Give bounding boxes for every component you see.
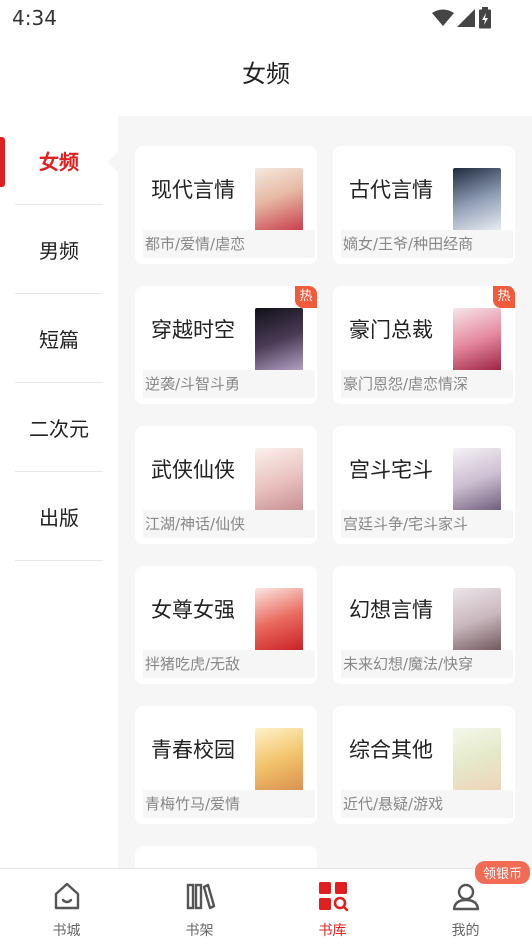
book-cover-image (255, 168, 303, 232)
profile-icon (452, 883, 479, 911)
category-title: 豪门总裁 (349, 318, 433, 342)
sidebar-item-female[interactable]: 女频 (0, 116, 118, 205)
sidebar-item-male[interactable]: 男频 (0, 205, 118, 294)
tab-label: 书库 (318, 923, 347, 939)
signal-icon (457, 9, 475, 27)
category-tags: 未来幻想/魔法/快穿 (341, 650, 513, 678)
active-notch (108, 152, 118, 172)
bookshelf-icon (186, 883, 215, 910)
page-title: 女频 (242, 60, 290, 88)
status-icons (432, 7, 492, 29)
status-bar: 4:34 (0, 0, 532, 36)
category-card[interactable]: 穿越时空 逆袭/斗智斗勇 热 (135, 286, 317, 404)
tab-profile[interactable]: 领银币 我的 (399, 861, 532, 946)
wifi-icon (432, 9, 454, 26)
category-tags: 都市/爱情/虐恋 (143, 230, 315, 258)
category-card[interactable]: 现代言情 都市/爱情/虐恋 (135, 146, 317, 264)
category-title: 武侠仙侠 (151, 458, 235, 482)
category-card[interactable]: 武侠仙侠 江湖/神话/仙侠 (135, 426, 317, 544)
category-title: 穿越时空 (151, 318, 235, 342)
status-time: 4:34 (12, 6, 57, 30)
battery-icon (479, 7, 491, 29)
tab-label: 书架 (185, 923, 214, 939)
category-tags: 近代/悬疑/游戏 (341, 790, 513, 818)
tab-bookshelf[interactable]: 书架 (133, 869, 266, 946)
sidebar-item-acg[interactable]: 二次元 (0, 383, 118, 472)
category-card[interactable]: 宫斗宅斗 宫廷斗争/宅斗家斗 (333, 426, 515, 544)
category-title: 综合其他 (349, 738, 433, 762)
reward-badge[interactable]: 领银币 (475, 861, 531, 884)
category-card[interactable]: 幻想言情 未来幻想/魔法/快穿 (333, 566, 515, 684)
book-cover-image (453, 308, 501, 372)
home-icon (54, 882, 79, 910)
sidebar-item-label: 短篇 (39, 328, 79, 352)
sidebar-item-label: 二次元 (29, 417, 89, 441)
hot-badge: 热 (493, 286, 515, 308)
category-card[interactable]: 女尊女强 拌猪吃虎/无敌 (135, 566, 317, 684)
category-tags: 豪门恩怨/虐恋情深 (341, 370, 513, 398)
tab-label: 书城 (52, 923, 81, 939)
category-tags: 江湖/神话/仙侠 (143, 510, 315, 538)
category-card[interactable]: 青春校园 青梅竹马/爱情 (135, 706, 317, 824)
book-cover-image (255, 308, 303, 372)
category-tags: 青梅竹马/爱情 (143, 790, 315, 818)
tab-bookstore[interactable]: 书城 (0, 869, 133, 946)
bottom-nav: 书城 书架 书库 领银币 我的 (0, 861, 532, 946)
book-cover-image (255, 448, 303, 512)
category-grid: 现代言情 都市/爱情/虐恋 古代言情 嫡女/王爷/种田经商 穿越时空 逆袭/斗智… (118, 116, 532, 868)
sidebar-item-label: 男频 (39, 239, 79, 263)
category-tags: 嫡女/王爷/种田经商 (341, 230, 513, 258)
category-tags: 逆袭/斗智斗勇 (143, 370, 315, 398)
category-title: 女尊女强 (151, 598, 235, 622)
sidebar-item-short[interactable]: 短篇 (0, 294, 118, 383)
book-cover-image (255, 588, 303, 652)
category-sidebar: 女频 男频 短篇 二次元 出版 (0, 116, 118, 561)
sidebar-item-published[interactable]: 出版 (0, 472, 118, 561)
category-card[interactable]: 综合其他 近代/悬疑/游戏 (333, 706, 515, 824)
category-title: 青春校园 (151, 738, 235, 762)
book-cover-image (255, 728, 303, 792)
category-title: 幻想言情 (349, 598, 433, 622)
category-title: 宫斗宅斗 (349, 458, 433, 482)
category-tags: 拌猪吃虎/无敌 (143, 650, 315, 678)
category-card[interactable] (135, 846, 317, 868)
category-card[interactable]: 豪门总裁 豪门恩怨/虐恋情深 热 (333, 286, 515, 404)
library-icon (318, 882, 348, 912)
book-cover-image (453, 448, 501, 512)
category-title: 古代言情 (349, 178, 433, 202)
category-tags: 宫廷斗争/宅斗家斗 (341, 510, 513, 538)
active-indicator (0, 137, 5, 187)
sidebar-item-label: 女频 (39, 150, 79, 174)
category-title: 现代言情 (151, 178, 235, 202)
book-cover-image (453, 588, 501, 652)
hot-badge: 热 (295, 286, 317, 308)
book-cover-image (453, 168, 501, 232)
tab-label: 我的 (451, 923, 480, 939)
sidebar-item-label: 出版 (39, 506, 79, 530)
tab-library[interactable]: 书库 (266, 869, 399, 946)
book-cover-image (453, 728, 501, 792)
category-card[interactable]: 古代言情 嫡女/王爷/种田经商 (333, 146, 515, 264)
